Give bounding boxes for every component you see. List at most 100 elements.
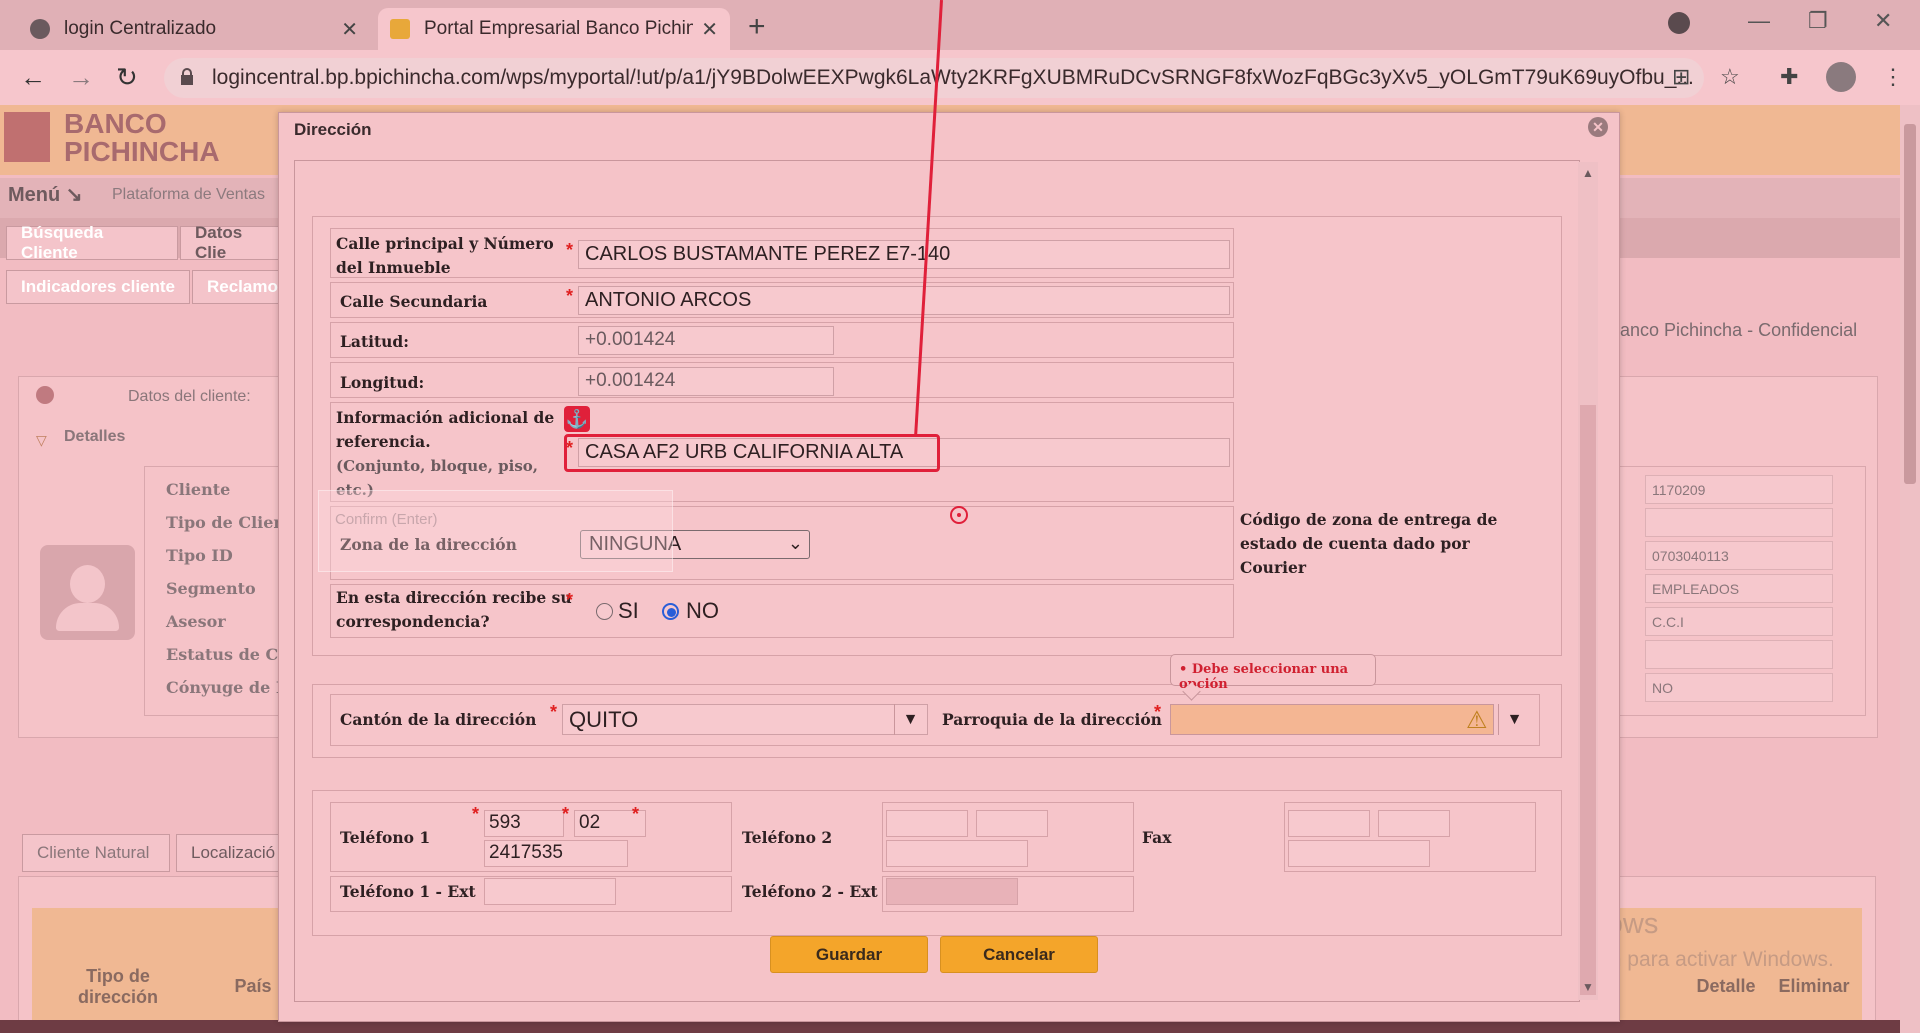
canton-label: Cantón de la dirección xyxy=(340,710,537,729)
telefono2-area-input[interactable] xyxy=(976,810,1048,837)
tab-title: login Centralizado xyxy=(64,18,217,39)
tab-datos-cliente[interactable]: Datos Clie xyxy=(180,223,280,262)
chevron-down-icon: ▽ xyxy=(36,432,47,448)
translate-icon[interactable]: ⊞ xyxy=(1672,64,1690,90)
value-cliente: 1170209 xyxy=(1645,475,1833,504)
telefono1-ext-input[interactable] xyxy=(484,878,616,905)
reload-icon[interactable]: ↻ xyxy=(116,62,138,93)
telefono1-ext-label: Teléfono 1 - Ext xyxy=(340,882,476,901)
radio-si[interactable] xyxy=(596,603,613,620)
validation-tooltip: • Debe seleccionar una opción xyxy=(1170,654,1376,692)
telefono1-number-input[interactable]: 2417535 xyxy=(484,840,628,867)
required-marker: * xyxy=(562,804,570,824)
profile-avatar-icon[interactable] xyxy=(1826,62,1856,92)
field-asesor: Asesor xyxy=(166,612,226,631)
details-label[interactable]: Detalles xyxy=(64,428,125,446)
bookmark-star-icon[interactable]: ☆ xyxy=(1720,64,1740,90)
telefono2-ext-input[interactable] xyxy=(886,878,1018,905)
anchor-icon: ⚓ xyxy=(564,406,590,432)
menu-button[interactable]: Menú ↘ xyxy=(8,182,83,207)
scroll-down-icon[interactable]: ▼ xyxy=(1582,980,1594,994)
field-estatus: Estatus de Cli xyxy=(166,645,291,664)
tab-search-icon[interactable] xyxy=(1668,12,1690,34)
parroquia-label: Parroquia de la dirección xyxy=(942,710,1162,729)
canton-input[interactable]: QUITO xyxy=(562,704,928,735)
client-avatar xyxy=(40,545,135,640)
tab-reclamo[interactable]: Reclamo xyxy=(192,270,282,304)
required-marker: * xyxy=(566,240,574,260)
th-pais: País xyxy=(234,976,272,996)
close-window-icon[interactable]: ✕ xyxy=(1874,8,1892,34)
dialog-scrollbar-thumb[interactable] xyxy=(1580,405,1596,995)
required-marker: * xyxy=(550,702,558,722)
tab-localizacion[interactable]: Localizació xyxy=(176,834,286,872)
tab-indicadores-cliente[interactable]: Indicadores cliente xyxy=(6,270,190,304)
lock-icon xyxy=(181,68,193,85)
telefono2-number-input[interactable] xyxy=(886,840,1028,867)
telefono1-country-input[interactable]: 593 xyxy=(484,810,564,837)
extensions-icon[interactable]: ✚ xyxy=(1780,64,1798,90)
required-marker: * xyxy=(632,804,640,824)
dialog-title: Dirección xyxy=(294,120,372,139)
platform-label: Plataforma de Ventas xyxy=(112,186,265,203)
restore-icon[interactable]: ❐ xyxy=(1808,8,1828,34)
correspondencia-label: En esta dirección recibe su corresponden… xyxy=(336,588,572,631)
calle-secundaria-label: Calle Secundaria xyxy=(340,292,488,311)
radio-no[interactable] xyxy=(662,603,679,620)
radio-si-label: SI xyxy=(618,598,639,623)
bank-logo-icon xyxy=(4,112,50,162)
tab-cliente-natural[interactable]: Cliente Natural xyxy=(22,834,170,872)
telefono2-country-input[interactable] xyxy=(886,810,968,837)
required-marker: * xyxy=(566,590,574,610)
confidential-label: anco Pichincha - Confidencial xyxy=(1620,320,1858,340)
th-tipo-direccion: Tipo de dirección xyxy=(77,966,159,1007)
value-conyuge: NO xyxy=(1645,673,1833,702)
scroll-up-icon[interactable]: ▲ xyxy=(1582,166,1594,180)
required-marker: * xyxy=(566,286,574,306)
focus-highlight xyxy=(564,434,940,472)
value-asesor: C.C.I xyxy=(1645,607,1833,636)
latitud-input[interactable]: +0.001424 xyxy=(578,326,834,355)
new-tab-icon[interactable]: + xyxy=(748,10,766,44)
guardar-button[interactable]: Guardar xyxy=(770,936,928,973)
value-tipo-cliente xyxy=(1645,508,1833,537)
warning-icon: ⚠ xyxy=(1466,707,1488,734)
forward-icon[interactable]: → xyxy=(68,62,94,93)
value-estatus xyxy=(1645,640,1833,669)
th-eliminar: Eliminar xyxy=(1778,976,1850,996)
calle-principal-input[interactable]: CARLOS BUSTAMANTE PEREZ E7-140 xyxy=(578,240,1230,269)
info-adicional-label: Información adicional de referencia. xyxy=(336,408,555,451)
tab-busqueda-cliente[interactable]: Búsqueda Cliente xyxy=(6,223,178,262)
calle-secundaria-input[interactable]: ANTONIO ARCOS xyxy=(578,286,1230,315)
bank-favicon-icon xyxy=(390,19,410,39)
close-tab-icon[interactable]: ✕ xyxy=(341,17,358,42)
cancelar-button[interactable]: Cancelar xyxy=(940,936,1098,973)
browser-tab-login[interactable]: login Centralizado ✕ xyxy=(18,8,370,50)
field-conyuge: Cónyuge de E xyxy=(166,678,289,697)
bank-logo-text: BANCO PICHINCHA xyxy=(64,108,220,167)
parroquia-input[interactable] xyxy=(1170,704,1494,735)
fax-area-input[interactable] xyxy=(1378,810,1450,837)
page-scrollbar-thumb[interactable] xyxy=(1904,124,1916,484)
close-tab-icon[interactable]: ✕ xyxy=(701,17,718,42)
radio-no-label: NO xyxy=(686,598,719,623)
longitud-label: Longitud: xyxy=(340,373,425,392)
fax-number-input[interactable] xyxy=(1288,840,1430,867)
th-detalle: Detalle xyxy=(1696,976,1756,996)
browser-tab-portal[interactable]: Portal Empresarial Banco Pichincha ✕ xyxy=(378,8,730,50)
back-icon[interactable]: ← xyxy=(20,62,46,93)
parroquia-dropdown-button[interactable]: ▼ xyxy=(1498,704,1530,735)
browser-menu-icon[interactable]: ⋮ xyxy=(1882,64,1904,90)
minimize-icon[interactable]: — xyxy=(1748,8,1770,34)
field-tipo-cliente: Tipo de Client xyxy=(166,513,293,532)
canton-dropdown-button[interactable]: ▼ xyxy=(894,704,926,735)
client-data-label: Datos del cliente: xyxy=(128,388,251,405)
longitud-input[interactable]: +0.001424 xyxy=(578,367,834,396)
user-icon xyxy=(36,386,54,404)
dialog-close-icon[interactable]: ✕ xyxy=(1588,117,1608,137)
required-marker: * xyxy=(1154,702,1162,722)
value-tipo-id: 0703040113 xyxy=(1645,541,1833,570)
chevron-down-icon: ⌄ xyxy=(787,533,803,553)
tab-title: Portal Empresarial Banco Pichincha xyxy=(424,18,694,39)
fax-country-input[interactable] xyxy=(1288,810,1370,837)
